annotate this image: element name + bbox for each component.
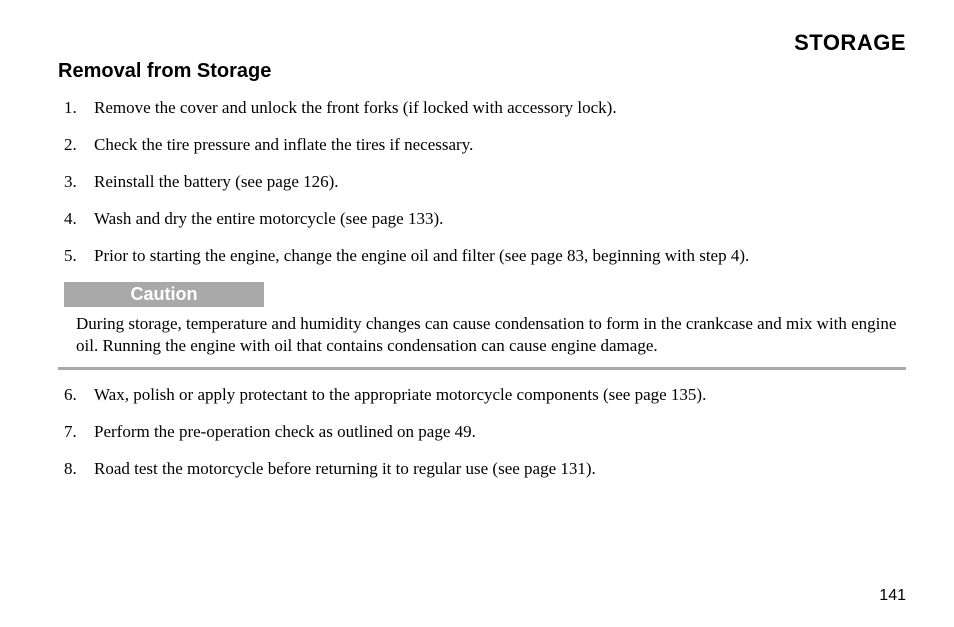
caution-text: During storage, temperature and humidity… — [58, 313, 906, 370]
steps-list-after: Wax, polish or apply protectant to the a… — [58, 384, 906, 481]
step-item: Perform the pre-operation check as outli… — [58, 421, 906, 444]
page-number: 141 — [879, 587, 906, 605]
caution-block: Caution During storage, temperature and … — [58, 282, 906, 370]
step-item: Wax, polish or apply protectant to the a… — [58, 384, 906, 407]
step-item: Remove the cover and unlock the front fo… — [58, 97, 906, 120]
step-item: Check the tire pressure and inflate the … — [58, 134, 906, 157]
step-item: Wash and dry the entire motorcycle (see … — [58, 208, 906, 231]
section-title: Removal from Storage — [58, 60, 906, 83]
step-item: Road test the motorcycle before returnin… — [58, 458, 906, 481]
caution-label: Caution — [64, 282, 264, 307]
page-header: STORAGE — [58, 30, 906, 56]
step-item: Prior to starting the engine, change the… — [58, 245, 906, 268]
step-item: Reinstall the battery (see page 126). — [58, 171, 906, 194]
steps-list-before: Remove the cover and unlock the front fo… — [58, 97, 906, 268]
